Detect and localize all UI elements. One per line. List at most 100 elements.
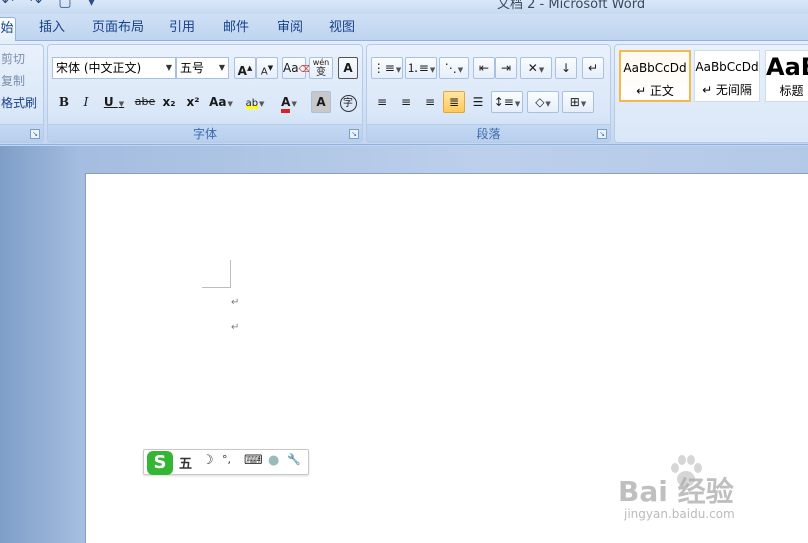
sogou-logo-icon[interactable]: S xyxy=(147,451,173,475)
format-painter-button[interactable]: 格式刷 xyxy=(1,94,37,111)
line-spacing-icon: ↕≡ xyxy=(493,95,514,109)
font-group: 宋体 (中文正文) ▼ 五号 ▼ A▲ A▼ Aa⌫ wén 变 A B I U … xyxy=(47,44,363,143)
underline-button[interactable]: U ▼ xyxy=(99,91,129,113)
baidu-watermark: Bai 经验 xyxy=(618,475,734,508)
multilevel-list-icon: ⋱ xyxy=(444,61,457,75)
style-name: ↵ 无间隔 xyxy=(702,83,752,97)
paragraph-group-label: 段落 xyxy=(367,124,610,142)
shading-button[interactable]: ◇▼ xyxy=(527,91,559,113)
char-shading-button[interactable]: A xyxy=(311,91,331,113)
align-right-button[interactable]: ≡ xyxy=(419,91,441,113)
enclose-char-icon: 字 xyxy=(339,95,357,112)
line-spacing-button[interactable]: ↕≡▼ xyxy=(491,91,523,113)
font-color-button[interactable]: A▼ xyxy=(274,91,304,113)
numbering-button[interactable]: ⒈≡▼ xyxy=(405,57,437,79)
font-name-combo[interactable]: 宋体 (中文正文) ▼ xyxy=(52,57,176,79)
sort-button[interactable]: ↓ xyxy=(555,57,577,79)
title-bar: ↶ ↷ ▢ ▾ 文档 2 - Microsoft Word xyxy=(0,0,808,14)
highlighter-icon: ab xyxy=(245,98,259,109)
tab-mailings[interactable]: 邮件 xyxy=(214,17,258,41)
copy-button[interactable]: 复制 xyxy=(1,72,25,89)
bullets-button[interactable]: ⋮≡▼ xyxy=(371,57,403,79)
tab-references[interactable]: 引用 xyxy=(160,17,204,41)
font-name-value: 宋体 (中文正文) xyxy=(56,61,142,75)
bold-button[interactable]: B xyxy=(54,91,74,113)
show-marks-button[interactable]: ↵ xyxy=(582,57,604,79)
style-sample: AaB xyxy=(766,53,808,81)
tab-review[interactable]: 审阅 xyxy=(268,17,312,41)
align-left-button[interactable]: ≡ xyxy=(371,91,393,113)
bullets-icon: ⋮≡ xyxy=(372,61,395,75)
shrink-font-button[interactable]: A▼ xyxy=(256,57,278,79)
ime-mode[interactable]: 五 xyxy=(179,453,192,472)
paragraph-mark-icon: ↵ xyxy=(587,61,599,75)
multilevel-list-button[interactable]: ⋱▼ xyxy=(439,57,469,79)
keyboard-icon[interactable]: ⌨ xyxy=(244,453,263,468)
strikethrough-button[interactable]: abe xyxy=(132,91,158,113)
moon-icon[interactable]: ☽ xyxy=(202,453,214,468)
paragraph-mark: ↵ xyxy=(231,297,240,308)
ime-toolbar[interactable]: S 五 ☽ °, ⌨ ● 🔧 xyxy=(143,449,309,475)
paragraph-group: ⋮≡▼ ⒈≡▼ ⋱▼ ⇤ ⇥ ✕▼ ↓ ↵ ≡ ≡ ≡ ≣ ☰ ↕≡▼ ◇▼ ⊞… xyxy=(366,44,611,143)
sort-icon: ↓ xyxy=(560,61,572,75)
style-normal[interactable]: AaBbCcDd ↵ 正文 xyxy=(619,50,691,102)
paint-bucket-icon: ◇ xyxy=(535,95,545,109)
chevron-down-icon: ▼ xyxy=(165,63,172,72)
clipboard-launcher-icon[interactable]: ↘ xyxy=(30,129,40,139)
distributed-icon: ☰ xyxy=(472,95,484,109)
grow-font-icon: A xyxy=(237,64,247,78)
increase-indent-button[interactable]: ⇥ xyxy=(495,57,517,79)
cut-button[interactable]: 剪切 xyxy=(1,50,25,67)
ribbon: 剪切 复制 格式刷 ↘ 宋体 (中文正文) ▼ 五号 ▼ A▲ A▼ Aa⌫ w… xyxy=(0,41,808,145)
change-case-icon: Aa xyxy=(209,95,227,109)
wrench-icon[interactable]: 🔧 xyxy=(287,453,301,466)
char-border-button[interactable]: A xyxy=(338,57,358,79)
justify-button[interactable]: ≣ xyxy=(443,91,465,113)
decrease-indent-button[interactable]: ⇤ xyxy=(473,57,495,79)
justify-icon: ≣ xyxy=(448,95,460,109)
quick-access-toolbar[interactable]: ↶ ↷ ▢ ▾ xyxy=(2,0,101,10)
style-name: 标题 xyxy=(779,84,804,98)
skin-icon[interactable]: ● xyxy=(268,453,279,468)
font-size-combo[interactable]: 五号 ▼ xyxy=(176,57,229,79)
chinese-layout-button[interactable]: ✕▼ xyxy=(520,57,552,79)
paragraph-launcher-icon[interactable]: ↘ xyxy=(597,129,607,139)
style-no-spacing[interactable]: AaBbCcDd ↵ 无间隔 xyxy=(694,50,760,102)
borders-icon: ⊞ xyxy=(569,95,580,109)
underline-icon: U xyxy=(103,95,114,109)
font-color-icon: A xyxy=(281,95,291,113)
italic-button[interactable]: I xyxy=(76,91,96,113)
style-sample: AaBbCcDd xyxy=(623,61,687,75)
phonetic-guide-button[interactable]: wén 变 xyxy=(309,57,333,79)
phonetic-guide-icon: 变 xyxy=(316,67,326,78)
subscript-button[interactable]: x₂ xyxy=(158,91,180,113)
tab-page-layout[interactable]: 页面布局 xyxy=(86,17,150,41)
distributed-button[interactable]: ☰ xyxy=(467,91,489,113)
change-case-button[interactable]: Aa▼ xyxy=(206,91,236,113)
punctuation-icon[interactable]: °, xyxy=(222,453,231,466)
tab-home[interactable]: 始 xyxy=(0,17,16,42)
margin-corner-mark xyxy=(202,287,231,288)
tab-insert[interactable]: 插入 xyxy=(28,17,76,41)
grow-font-button[interactable]: A▲ xyxy=(234,57,256,79)
enclose-char-button[interactable]: 字 xyxy=(338,91,358,113)
tab-view[interactable]: 视图 xyxy=(320,17,364,41)
align-center-button[interactable]: ≡ xyxy=(395,91,417,113)
font-size-value: 五号 xyxy=(180,61,205,75)
clear-format-button[interactable]: Aa⌫ xyxy=(282,57,311,79)
decrease-indent-icon: ⇤ xyxy=(478,61,490,75)
paragraph-mark: ↵ xyxy=(231,322,240,333)
font-launcher-icon[interactable]: ↘ xyxy=(349,129,359,139)
numbering-icon: ⒈≡ xyxy=(406,61,429,75)
clear-format-icon: Aa⌫ xyxy=(283,61,312,75)
chevron-down-icon: ▼ xyxy=(218,63,225,72)
shrink-font-icon: A xyxy=(260,66,268,78)
style-heading-1[interactable]: AaB 标题 xyxy=(765,50,808,102)
window-title: 文档 2 - Microsoft Word xyxy=(497,0,646,12)
clipboard-group: 剪切 复制 格式刷 ↘ xyxy=(0,44,44,143)
superscript-button[interactable]: x² xyxy=(182,91,204,113)
style-name: ↵ 正文 xyxy=(636,84,674,98)
baidu-watermark-url: jingyan.baidu.com xyxy=(624,507,735,521)
highlight-button[interactable]: ab▼ xyxy=(239,91,271,113)
borders-button[interactable]: ⊞▼ xyxy=(562,91,594,113)
